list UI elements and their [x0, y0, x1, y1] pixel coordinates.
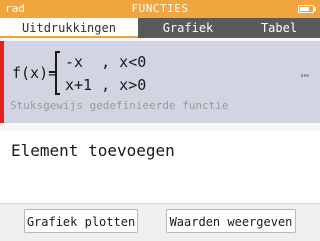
piecewise-brace-icon — [49, 51, 62, 95]
status-bar: rad FUNCTIES — [0, 0, 320, 18]
function-color-marker[interactable] — [0, 41, 4, 123]
plot-graph-button[interactable]: Grafiek plotten — [24, 209, 138, 233]
tab-label: Tabel — [260, 21, 298, 35]
tab-uitdrukkingen[interactable]: Uitdrukkingen — [0, 18, 138, 38]
tab-label: Grafiek — [162, 21, 214, 35]
add-element-label[interactable]: Element toevoegen — [11, 141, 175, 160]
function-name: f(x)= — [12, 64, 58, 82]
add-element-row[interactable]: Element toevoegen — [0, 131, 320, 203]
bottom-toolbar: Grafiek plotten Waarden weergeven — [0, 203, 320, 241]
app-title: FUNCTIES — [131, 2, 189, 15]
tab-label: Uitdrukkingen — [22, 21, 116, 35]
piecewise-case-2: x+1 , x>0 — [65, 76, 147, 94]
function-type-label: Stuksgewijs gedefinieerde functie — [10, 99, 229, 112]
more-options-icon[interactable]: ⋯ — [301, 68, 310, 84]
show-values-button[interactable]: Waarden weergeven — [166, 209, 296, 233]
tab-tabel[interactable]: Tabel — [238, 18, 320, 38]
tab-grafiek[interactable]: Grafiek — [138, 18, 238, 38]
battery-icon — [298, 5, 316, 13]
piecewise-case-1: -x , x<0 — [65, 53, 147, 71]
active-tab-indicator — [0, 36, 138, 38]
tab-bar: Uitdrukkingen Grafiek Tabel — [0, 18, 320, 38]
function-row[interactable]: f(x)= -x , x<0 x+1 , x>0 Stuksgewijs ged… — [0, 41, 320, 123]
